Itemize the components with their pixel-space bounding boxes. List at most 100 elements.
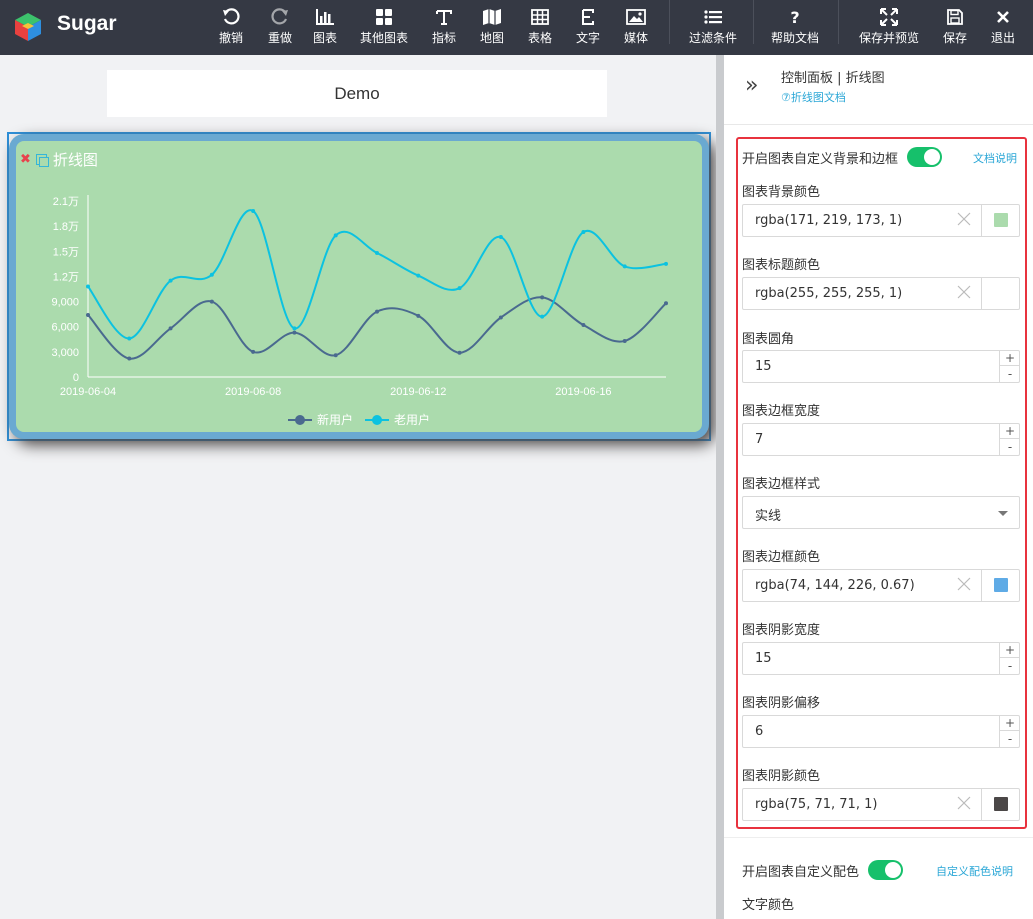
y-tick-label: 1.8万 — [53, 221, 79, 233]
doc-explain-link[interactable]: 文档说明 — [973, 150, 1017, 166]
data-point — [251, 349, 256, 354]
exit-button[interactable]: 退出 — [987, 0, 1019, 55]
border-style-select[interactable]: 实线 — [742, 496, 1020, 529]
shadow-offset-field[interactable]: 6 + - — [742, 715, 1020, 748]
increment-button[interactable]: + — [1000, 716, 1020, 731]
enable-palette-label: 开启图表自定义配色 — [742, 864, 860, 880]
data-point — [622, 338, 627, 343]
redo-button[interactable]: 重做 — [264, 0, 296, 55]
bar-chart-icon — [314, 6, 336, 28]
text-e-icon — [577, 6, 599, 28]
clear-icon[interactable] — [956, 284, 972, 300]
metric-button[interactable]: 指标 — [428, 0, 460, 55]
text-label: 文字 — [575, 31, 600, 45]
color-picker-button[interactable] — [981, 278, 1019, 309]
top-toolbar: Sugar 撤销 重做 图表 其他图表 指标 地图 表格 文字 媒体 过滤条件 — [0, 0, 1033, 55]
enable-bg-toggle[interactable] — [907, 147, 943, 167]
series-line-1 — [87, 296, 667, 360]
data-point — [416, 273, 421, 278]
y-tick-label: 6,000 — [51, 322, 79, 334]
y-tick-label: 1.5万 — [53, 246, 79, 258]
clear-icon[interactable] — [956, 576, 972, 592]
dashboard-canvas: Demo ✖ 折线图 0 3,000 6,000 9,000 1.2万 1.5万 1.8万 2… — [0, 55, 716, 919]
increment-button[interactable]: + — [1000, 424, 1020, 439]
decrement-button[interactable]: - — [1000, 366, 1020, 381]
border-width-stepper: + - — [999, 424, 1020, 455]
enable-palette-toggle[interactable] — [868, 860, 904, 880]
x-tick-label: 2019-06-16 — [555, 386, 611, 398]
help-label: 帮助文档 — [770, 31, 819, 45]
legend-marker-1 — [295, 415, 305, 425]
border-width-field[interactable]: 7 + - — [742, 423, 1020, 456]
help-button[interactable]: ? 帮助文档 — [768, 0, 822, 55]
x-tick-label: 2019-06-04 — [60, 386, 116, 398]
decrement-button[interactable]: - — [1000, 731, 1020, 746]
data-point — [168, 278, 173, 283]
color-picker-button[interactable] — [981, 570, 1019, 601]
filter-button[interactable]: 过滤条件 — [686, 0, 740, 55]
chart-doc-link[interactable]: ⑦折线图文档 — [781, 89, 846, 105]
toolbar-divider — [838, 0, 839, 44]
border-color-field[interactable]: rgba(74, 144, 226, 0.67) — [742, 569, 1020, 602]
enable-palette-row: 开启图表自定义配色 — [742, 860, 904, 880]
question-icon: ? — [784, 6, 806, 28]
text-button[interactable]: 文字 — [572, 0, 604, 55]
y-tick-label: 9,000 — [51, 297, 79, 309]
x-tick-label: 2019-06-08 — [225, 386, 281, 398]
border-width-value: 7 — [755, 432, 764, 447]
color-swatch — [994, 286, 1008, 300]
table-button[interactable]: 表格 — [524, 0, 556, 55]
save-button[interactable]: 保存 — [939, 0, 971, 55]
y-tick-label: 2.1万 — [53, 196, 79, 208]
panel-title: 控制面板 | 折线图 — [781, 71, 885, 86]
save-label: 保存 — [942, 31, 967, 45]
shadow-width-label: 图表阴影宽度 — [742, 623, 821, 638]
shadow-color-label: 图表阴影颜色 — [742, 769, 821, 784]
vertical-scrollbar[interactable] — [716, 55, 724, 919]
shadow-width-field[interactable]: 15 + - — [742, 642, 1020, 675]
table-label: 表格 — [527, 31, 552, 45]
chart-label: 图表 — [312, 31, 337, 45]
undo-button[interactable]: 撤销 — [215, 0, 247, 55]
data-point — [581, 230, 586, 235]
radius-field[interactable]: 15 + - — [742, 350, 1020, 383]
legend-label: 新用户 — [317, 412, 353, 427]
map-button[interactable]: 地图 — [476, 0, 508, 55]
data-point — [581, 323, 586, 328]
line-chart-card[interactable]: ✖ 折线图 0 3,000 6,000 9,000 1.2万 1.5万 1.8万 2.1万 20… — [9, 134, 709, 439]
media-label: 媒体 — [623, 31, 648, 45]
increment-button[interactable]: + — [1000, 643, 1020, 658]
border-color-value: rgba(74, 144, 226, 0.67) — [755, 578, 915, 593]
color-picker-button[interactable] — [981, 789, 1019, 820]
data-point — [498, 315, 503, 320]
data-point — [168, 326, 173, 331]
legend-marker-2 — [372, 415, 382, 425]
data-point — [127, 336, 132, 341]
title-color-field[interactable]: rgba(255, 255, 255, 1) — [742, 277, 1020, 310]
clear-icon[interactable] — [956, 211, 972, 227]
data-point — [540, 295, 545, 300]
media-button[interactable]: 媒体 — [620, 0, 652, 55]
image-icon — [625, 6, 647, 28]
bg-color-field[interactable]: rgba(171, 219, 173, 1) — [742, 204, 1020, 237]
radius-stepper: + - — [999, 351, 1020, 382]
clear-icon[interactable] — [956, 795, 972, 811]
decrement-button[interactable]: - — [1000, 439, 1020, 454]
save-preview-button[interactable]: 保存并预览 — [857, 0, 921, 55]
shadow-offset-value: 6 — [755, 724, 764, 739]
collapse-panel-icon[interactable]: » — [745, 73, 758, 98]
chart-button[interactable]: 图表 — [309, 0, 341, 55]
palette-explain-link[interactable]: 自定义配色说明 — [936, 863, 1013, 879]
shadow-color-field[interactable]: rgba(75, 71, 71, 1) — [742, 788, 1020, 821]
line-chart: 0 3,000 6,000 9,000 1.2万 1.5万 1.8万 2.1万 2019-06-… — [51, 195, 668, 427]
table-icon — [529, 6, 551, 28]
color-picker-button[interactable] — [981, 205, 1019, 236]
decrement-button[interactable]: - — [1000, 658, 1020, 673]
dashboard-title[interactable]: Demo — [107, 70, 607, 117]
y-tick-label: 0 — [73, 372, 79, 384]
data-point — [86, 312, 90, 317]
section-divider — [724, 837, 1033, 838]
exit-label: 退出 — [990, 31, 1015, 45]
increment-button[interactable]: + — [1000, 351, 1020, 366]
other-charts-button[interactable]: 其他图表 — [357, 0, 411, 55]
